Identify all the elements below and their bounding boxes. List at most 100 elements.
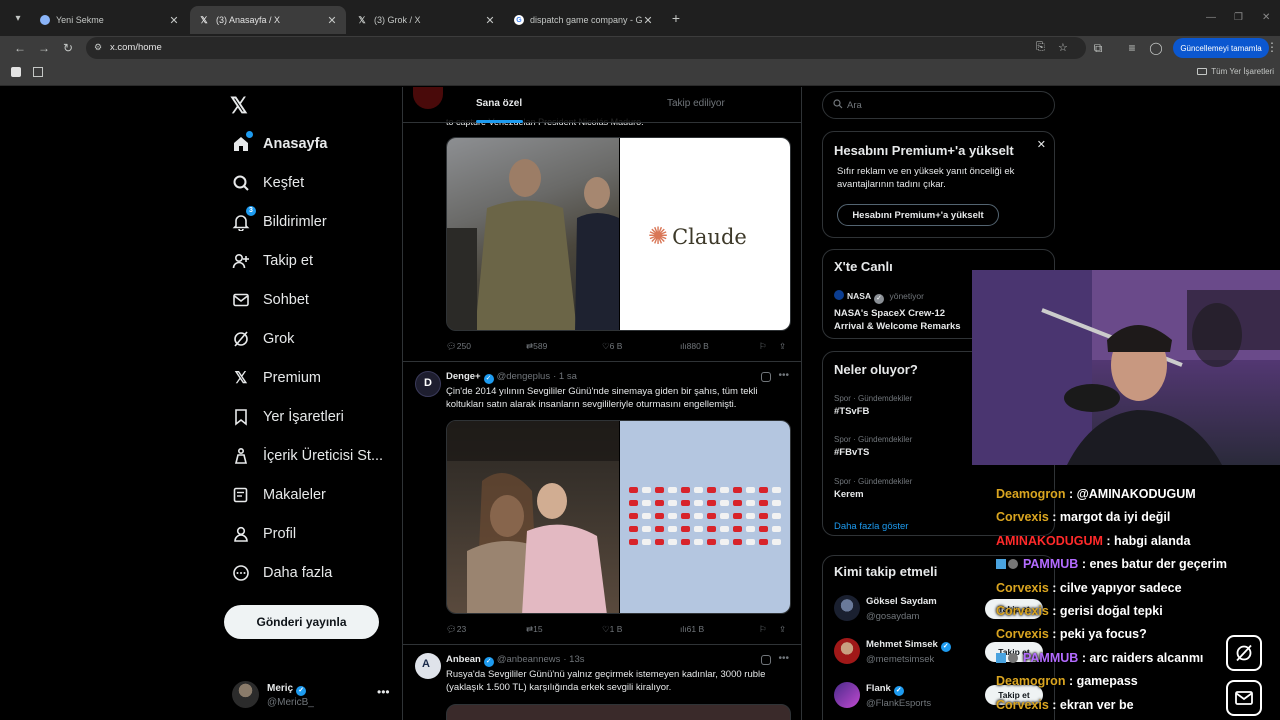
url-text[interactable]: x.com/home bbox=[110, 42, 162, 53]
nav-item-profile[interactable]: Profil bbox=[230, 522, 296, 546]
tab-for-you[interactable]: Sana özel bbox=[476, 98, 522, 109]
trend-item[interactable]: #FBvTS bbox=[834, 447, 869, 458]
tweet-author[interactable]: Denge+ ✓ @dengeplus · 1 sa bbox=[446, 371, 577, 384]
post-button[interactable]: Gönderi yayınla bbox=[224, 605, 379, 639]
grok-explain-icon[interactable] bbox=[761, 372, 771, 382]
tweet-media[interactable] bbox=[446, 420, 791, 614]
retweet-button[interactable]: ⇄ 589 bbox=[526, 341, 547, 352]
extensions-icon[interactable]: ⧉ bbox=[1090, 40, 1106, 56]
chat-text: : cilve yapıyor sadece bbox=[1052, 580, 1182, 595]
nav-item-explore[interactable]: Keşfet bbox=[230, 171, 304, 195]
search-box[interactable]: Ara bbox=[822, 91, 1055, 119]
browser-menu-icon[interactable]: ⋮ bbox=[1266, 40, 1278, 54]
user-name-row[interactable]: Flank ✓ bbox=[866, 683, 904, 696]
apps-grid-icon[interactable] bbox=[33, 67, 43, 77]
maximize-icon[interactable]: ❐ bbox=[1234, 12, 1243, 23]
avatar[interactable] bbox=[834, 595, 860, 621]
close-tab-icon[interactable]: ✕ bbox=[326, 14, 338, 27]
avatar[interactable] bbox=[834, 682, 860, 708]
bookmark-icon[interactable]: ⚐ bbox=[759, 341, 767, 352]
nav-item-notifications[interactable]: 3 Bildirimler bbox=[230, 206, 327, 234]
close-window-icon[interactable]: ✕ bbox=[1262, 12, 1270, 23]
avatar[interactable]: A bbox=[415, 653, 441, 679]
anbean-logo-icon: A bbox=[422, 658, 430, 670]
nav-item-more[interactable]: Daha fazla bbox=[230, 561, 332, 585]
close-tab-icon[interactable]: ✕ bbox=[168, 14, 180, 27]
nav-item-home[interactable]: Anasayfa bbox=[230, 131, 327, 156]
live-title: X'te Canlı bbox=[834, 259, 893, 274]
tweet-media[interactable]: ✺ Claude bbox=[446, 137, 791, 331]
messages-float-icon[interactable] bbox=[1226, 680, 1262, 716]
x-logo-icon[interactable]: 𝕏 bbox=[230, 95, 252, 117]
all-bookmarks-link[interactable]: Tüm Yer İşaretleri bbox=[1197, 67, 1274, 76]
premium-upgrade-button[interactable]: Hesabını Premium+'a yükselt bbox=[837, 204, 999, 226]
nav-item-follow[interactable]: Takip et bbox=[230, 249, 313, 273]
chat-text: : peki ya focus? bbox=[1052, 627, 1147, 642]
account-switcher[interactable]: Meriç ✓ @MericB_ ••• bbox=[232, 681, 392, 711]
user-name[interactable]: Göksel Saydam bbox=[866, 596, 937, 607]
grok-float-icon[interactable] bbox=[1226, 635, 1262, 671]
trend-item[interactable]: Kerem bbox=[834, 489, 864, 500]
avatar[interactable] bbox=[834, 638, 860, 664]
seat-mark bbox=[642, 539, 651, 545]
nav-item-premium[interactable]: 𝕏 Premium bbox=[230, 366, 321, 390]
reply-button[interactable]: 💬︎ 23 bbox=[446, 624, 466, 635]
nav-item-articles[interactable]: Makaleler bbox=[230, 483, 326, 507]
seat-mark bbox=[629, 487, 638, 493]
avatar[interactable]: D bbox=[415, 371, 441, 397]
views-button[interactable]: ılı 880 B bbox=[680, 341, 709, 351]
tab-search-dropdown-icon[interactable]: ▾ bbox=[10, 11, 26, 27]
new-tab-icon[interactable]: + bbox=[668, 10, 684, 26]
show-more-link[interactable]: Daha fazla göster bbox=[834, 521, 908, 532]
user-name-row[interactable]: Mehmet Simsek ✓ bbox=[866, 639, 951, 652]
close-icon[interactable]: ✕ bbox=[1037, 138, 1046, 151]
close-tab-icon[interactable]: ✕ bbox=[642, 14, 654, 27]
x-icon: 𝕏 bbox=[358, 14, 366, 25]
user-handle: @memetsimsek bbox=[866, 654, 935, 665]
tweet-more-icon[interactable]: ••• bbox=[778, 653, 789, 664]
forward-icon[interactable]: → bbox=[36, 40, 52, 56]
like-button[interactable]: ♡ 1 B bbox=[602, 624, 622, 635]
nav-item-bookmarks[interactable]: Yer İşaretleri bbox=[230, 405, 344, 429]
grok-explain-icon[interactable] bbox=[761, 655, 771, 665]
share-icon[interactable]: ⇪ bbox=[779, 624, 786, 635]
tweet-media[interactable] bbox=[446, 704, 791, 720]
back-icon[interactable]: ← bbox=[12, 40, 28, 56]
chat-message: Corvexis : cilve yapıyor sadece bbox=[996, 581, 1182, 595]
chat-text: : habgi alanda bbox=[1106, 533, 1191, 548]
bookmark-icon[interactable]: ⚐ bbox=[759, 624, 767, 635]
tab-following[interactable]: Takip ediliyor bbox=[667, 98, 725, 109]
nav-item-chat[interactable]: Sohbet bbox=[230, 288, 309, 312]
account-more-icon[interactable]: ••• bbox=[377, 685, 390, 699]
browser-tab-active[interactable]: 𝕏 (3) Anasayfa / X ✕ bbox=[190, 6, 346, 34]
minimize-icon[interactable]: — bbox=[1206, 12, 1216, 23]
share-icon[interactable]: ⇪ bbox=[779, 341, 786, 352]
bookmark-app-icon[interactable] bbox=[11, 67, 21, 77]
chrome-icon bbox=[40, 15, 50, 25]
views-button[interactable]: ılı 61 B bbox=[680, 624, 704, 634]
install-app-icon[interactable]: ⎘ bbox=[1036, 41, 1045, 54]
address-bar[interactable]: ⚙ x.com/home ⎘ ☆ bbox=[86, 37, 1086, 59]
reply-button[interactable]: 💬︎ 250 bbox=[446, 341, 471, 352]
media-icon[interactable]: ≡ bbox=[1124, 40, 1140, 56]
close-tab-icon[interactable]: ✕ bbox=[484, 14, 496, 27]
browser-tab[interactable]: 𝕏 (3) Grok / X ✕ bbox=[348, 6, 504, 34]
retweet-button[interactable]: ⇄ 15 bbox=[526, 624, 543, 635]
bookmark-star-icon[interactable]: ☆ bbox=[1058, 41, 1068, 54]
bookmarks-bar: Tüm Yer İşaretleri bbox=[0, 60, 1280, 86]
nav-item-grok[interactable]: Grok bbox=[230, 327, 294, 351]
trend-item[interactable]: #TSvFB bbox=[834, 406, 869, 417]
chat-text: : gamepass bbox=[1068, 674, 1138, 689]
like-button[interactable]: ♡ 6 B bbox=[602, 341, 622, 352]
reload-icon[interactable]: ↻ bbox=[60, 40, 76, 56]
browser-tab[interactable]: Yeni Sekme ✕ bbox=[32, 6, 188, 34]
chat-text: : @AMINAKODUGUM bbox=[1068, 487, 1196, 501]
seat-mark bbox=[772, 539, 781, 545]
browser-tab[interactable]: G dispatch game company - Goo ✕ bbox=[506, 6, 662, 34]
profile-icon[interactable]: ◯ bbox=[1148, 40, 1164, 56]
site-info-icon[interactable]: ⚙ bbox=[94, 42, 106, 54]
nav-item-creator-studio[interactable]: İçerik Üreticisi St... bbox=[230, 444, 383, 468]
tweet-author[interactable]: Anbean ✓ @anbeannews · 13s bbox=[446, 654, 585, 667]
update-button[interactable]: Güncellemeyi tamamla bbox=[1173, 38, 1269, 58]
tweet-more-icon[interactable]: ••• bbox=[778, 370, 789, 381]
